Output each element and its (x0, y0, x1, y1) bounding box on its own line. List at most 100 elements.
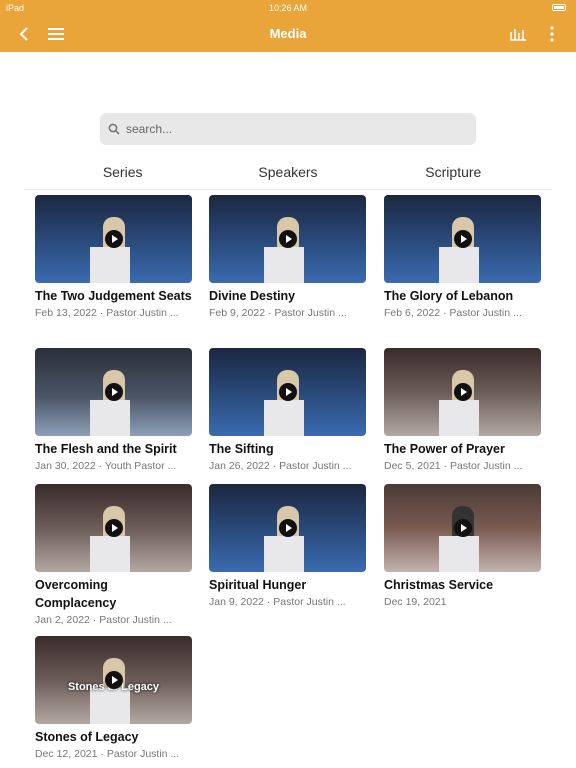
search-icon (108, 123, 120, 135)
media-card[interactable]: Christmas Service Dec 19, 2021 (384, 484, 541, 610)
media-title[interactable]: The Flesh and the Spirit (35, 440, 192, 458)
media-speaker: Pastor Justin ... (99, 614, 172, 626)
media-title[interactable]: Spiritual Hunger (209, 576, 366, 594)
media-title[interactable]: The Power of Prayer (384, 440, 541, 458)
video-thumbnail[interactable] (384, 348, 541, 436)
media-card[interactable]: The Power of Prayer Dec 5, 2021 · Pastor … (384, 348, 541, 474)
pulpit-shape (90, 400, 130, 436)
pulpit-shape (90, 688, 130, 724)
play-icon[interactable] (104, 383, 123, 401)
media-date: Dec 12, 2021 (35, 748, 98, 760)
media-speaker: Pastor Justin ... (449, 307, 522, 319)
media-speaker: Pastor Justin ... (273, 596, 346, 608)
media-date: Jan 9, 2022 (209, 596, 264, 608)
media-meta: Dec 12, 2021 · Pastor Justin ... (35, 746, 192, 762)
meta-separator: · (95, 460, 105, 472)
media-card[interactable]: The Two Judgement Seats Feb 13, 2022 · Pa… (35, 195, 192, 321)
media-title[interactable]: Overcoming Complacency (35, 576, 192, 612)
video-thumbnail[interactable] (209, 348, 366, 436)
media-meta: Feb 6, 2022 · Pastor Justin ... (384, 305, 541, 321)
media-card[interactable]: Spiritual Hunger Jan 9, 2022 · Pastor Jus… (209, 484, 366, 610)
search-bar[interactable] (100, 113, 476, 145)
pulpit-shape (264, 247, 304, 283)
play-icon[interactable] (278, 519, 297, 537)
play-icon[interactable] (104, 230, 123, 248)
video-thumbnail[interactable] (384, 195, 541, 283)
media-card[interactable]: Divine Destiny Feb 9, 2022 · Pastor Justi… (209, 195, 366, 321)
media-card[interactable]: The Sifting Jan 26, 2022 · Pastor Justin … (209, 348, 366, 474)
play-icon[interactable] (278, 383, 297, 401)
video-thumbnail[interactable] (209, 195, 366, 283)
tabs-divider (24, 189, 552, 190)
nav-bar: Media (0, 16, 576, 52)
meta-separator: · (440, 307, 450, 319)
video-thumbnail[interactable] (209, 484, 366, 572)
status-bar: iPad 10:26 AM (0, 0, 576, 16)
media-meta: Feb 13, 2022 · Pastor Justin ... (35, 305, 192, 321)
media-title[interactable]: Divine Destiny (209, 287, 366, 305)
play-icon[interactable] (104, 671, 123, 689)
media-speaker: Pastor Justin ... (106, 307, 179, 319)
media-title[interactable]: The Glory of Lebanon (384, 287, 541, 305)
media-card[interactable]: The Glory of Lebanon Feb 6, 2022 · Pastor… (384, 195, 541, 321)
media-title[interactable]: The Two Judgement Seats (35, 287, 192, 305)
media-speaker: Pastor Justin ... (106, 748, 180, 760)
play-icon[interactable] (278, 230, 297, 248)
video-thumbnail[interactable] (384, 484, 541, 572)
tab-scripture[interactable]: Scripture (371, 164, 536, 188)
battery-icon (552, 4, 566, 11)
meta-separator: · (265, 307, 275, 319)
media-speaker: Pastor Justin ... (274, 307, 347, 319)
meta-separator: · (89, 614, 100, 626)
page-title: Media (269, 26, 307, 41)
video-thumbnail[interactable] (35, 348, 192, 436)
pulpit-shape (90, 247, 130, 283)
meta-separator: · (97, 748, 107, 760)
media-speaker: Pastor Justin ... (279, 460, 352, 472)
media-meta: Jan 2, 2022 · Pastor Justin ... (35, 612, 192, 628)
play-icon[interactable] (453, 230, 472, 248)
media-speaker: Youth Pastor ... (104, 460, 177, 472)
media-meta: Jan 26, 2022 · Pastor Justin ... (209, 458, 366, 474)
tab-speakers[interactable]: Speakers (205, 164, 370, 188)
play-icon[interactable] (453, 519, 472, 537)
media-title[interactable]: Christmas Service (384, 576, 541, 594)
media-title[interactable]: Stones of Legacy (35, 728, 192, 746)
media-date: Dec 5, 2021 (384, 460, 441, 472)
audio-bars-icon[interactable] (508, 24, 528, 44)
status-time: 10:26 AM (268, 3, 308, 13)
media-meta: Dec 19, 2021 (384, 594, 541, 610)
media-date: Jan 26, 2022 (209, 460, 270, 472)
meta-separator: · (440, 460, 450, 472)
media-date: Jan 2, 2022 (35, 614, 90, 626)
media-date: Dec 19, 2021 (384, 596, 447, 608)
media-title[interactable]: The Sifting (209, 440, 366, 458)
filter-tabs: Series Speakers Scripture (40, 164, 536, 188)
media-card[interactable]: Stones of LegacyStones of LegacyDec 12, … (35, 636, 192, 762)
pulpit-shape (439, 400, 479, 436)
video-thumbnail[interactable]: Stones of Legacy (35, 636, 192, 724)
play-icon[interactable] (104, 519, 123, 537)
search-input[interactable] (126, 122, 446, 136)
media-card[interactable]: Overcoming Complacency Jan 2, 2022 · Past… (35, 484, 192, 628)
media-date: Feb 9, 2022 (209, 307, 266, 319)
pulpit-shape (439, 536, 479, 572)
video-thumbnail[interactable] (35, 484, 192, 572)
media-meta: Jan 9, 2022 · Pastor Justin ... (209, 594, 366, 610)
pulpit-shape (264, 400, 304, 436)
media-date: Feb 6, 2022 (384, 307, 441, 319)
pulpit-shape (264, 536, 304, 572)
pulpit-shape (439, 247, 479, 283)
media-date: Jan 30, 2022 (35, 460, 96, 472)
media-date: Feb 13, 2022 (35, 307, 97, 319)
play-icon[interactable] (453, 383, 472, 401)
media-meta: Dec 5, 2021 · Pastor Justin ... (384, 458, 541, 474)
video-thumbnail[interactable] (35, 195, 192, 283)
media-speaker: Pastor Justin ... (449, 460, 523, 472)
tab-series[interactable]: Series (40, 164, 205, 188)
more-options-icon[interactable] (542, 24, 562, 44)
meta-separator: · (96, 307, 107, 319)
pulpit-shape (90, 536, 130, 572)
media-card[interactable]: The Flesh and the Spirit Jan 30, 2022 · Y… (35, 348, 192, 474)
meta-separator: · (269, 460, 280, 472)
